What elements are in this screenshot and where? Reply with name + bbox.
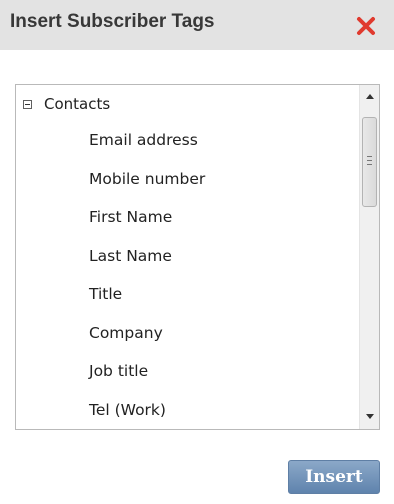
dialog-header: Insert Subscriber Tags (0, 0, 394, 50)
tag-item-mobile-number[interactable]: Mobile number (89, 170, 205, 209)
triangle-down-icon (360, 414, 379, 419)
close-x-icon (355, 15, 377, 37)
tag-item-last-name[interactable]: Last Name (89, 247, 205, 286)
tag-item-email-address[interactable]: Email address (89, 131, 205, 170)
vertical-scrollbar[interactable] (359, 85, 379, 429)
dialog-title: Insert Subscriber Tags (10, 11, 215, 32)
subscriber-tags-list[interactable]: Contacts Email address Mobile number Fir… (15, 84, 380, 430)
insert-button[interactable]: Insert (288, 460, 380, 494)
minus-box-icon[interactable] (23, 99, 32, 109)
tag-item-title[interactable]: Title (89, 285, 205, 324)
tag-item-company[interactable]: Company (89, 324, 205, 363)
tag-item-first-name[interactable]: First Name (89, 208, 205, 247)
tree-node-contacts[interactable]: Contacts (23, 94, 110, 114)
tag-item-tel-work[interactable]: Tel (Work) (89, 401, 205, 430)
scroll-up-button[interactable] (360, 87, 379, 107)
grip-icon (367, 156, 372, 165)
tree-node-label: Contacts (44, 95, 111, 113)
scroll-down-button[interactable] (360, 407, 379, 427)
tag-item-job-title[interactable]: Job title (89, 362, 205, 401)
triangle-up-icon (360, 94, 379, 99)
tag-items: Email address Mobile number First Name L… (89, 131, 205, 430)
close-button[interactable] (355, 15, 377, 37)
scroll-thumb[interactable] (362, 117, 377, 207)
tag-tree: Contacts Email address Mobile number Fir… (16, 85, 359, 429)
